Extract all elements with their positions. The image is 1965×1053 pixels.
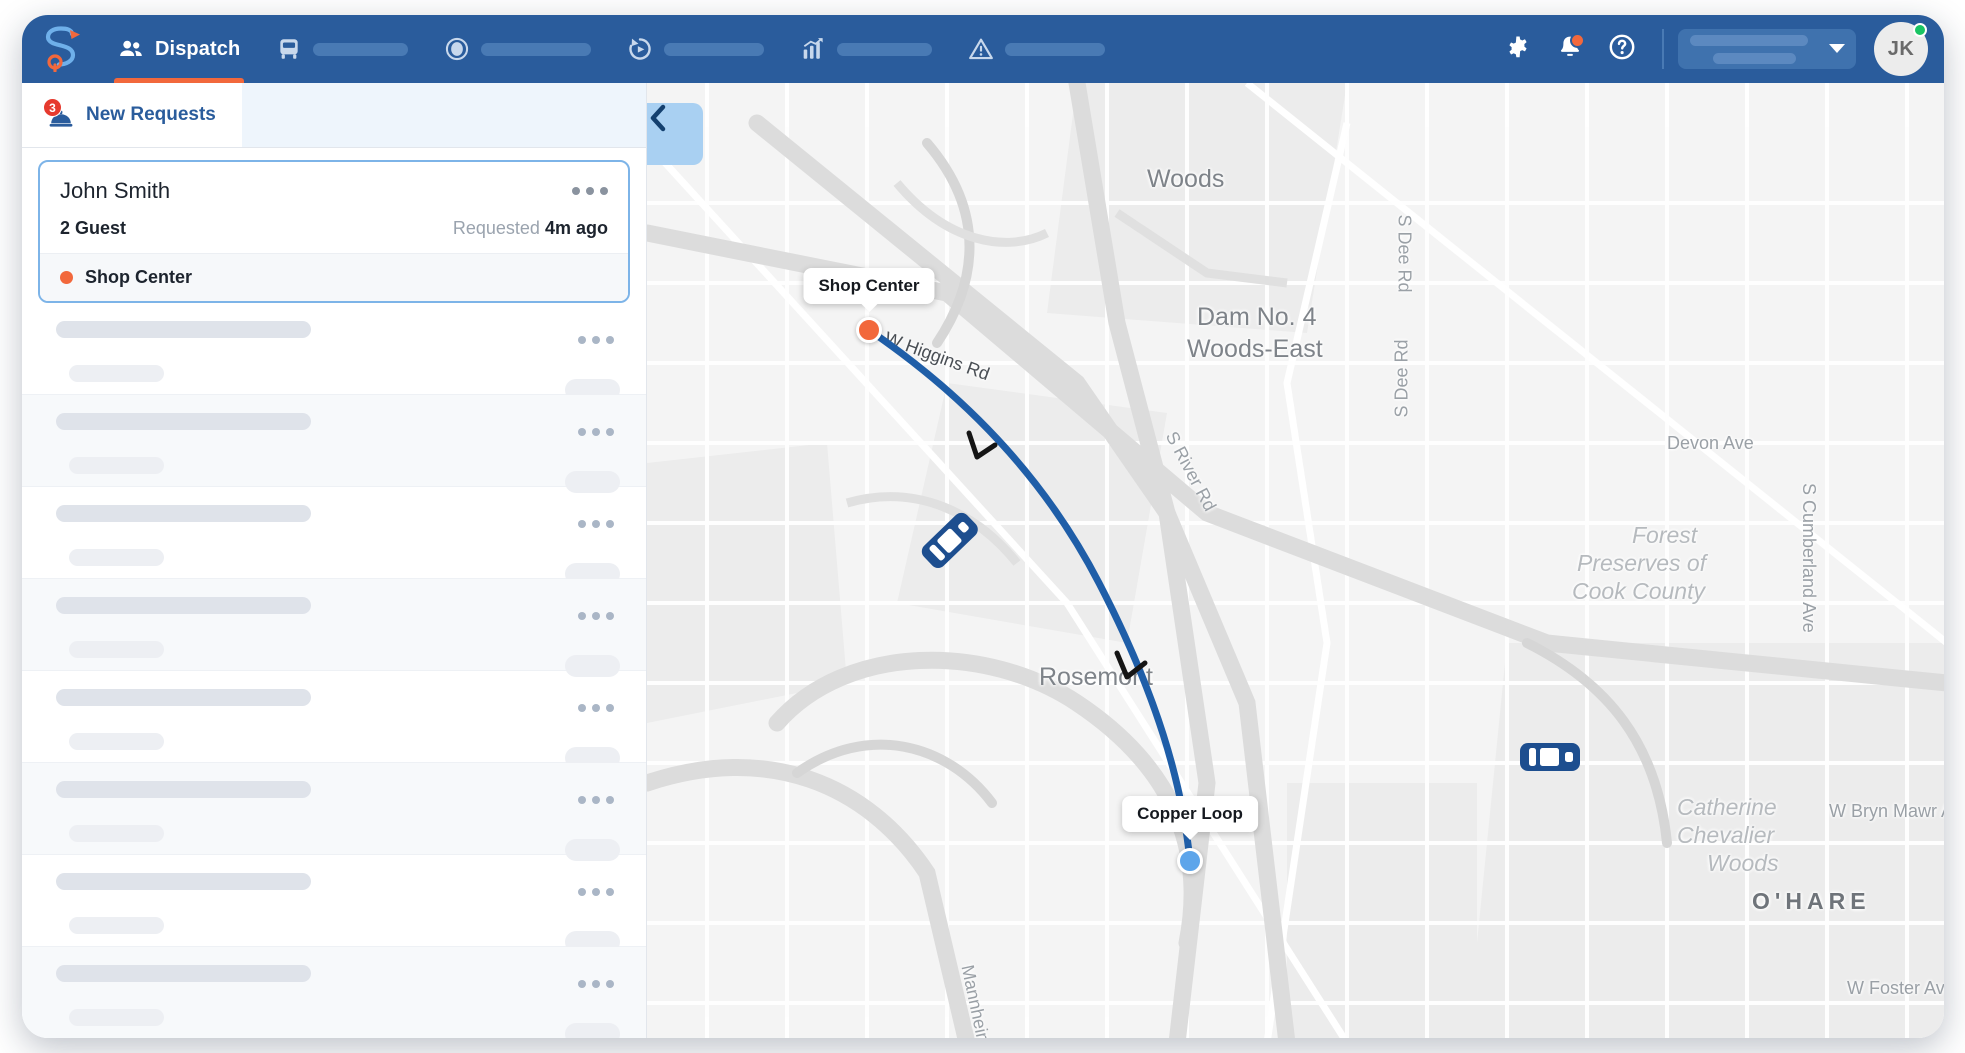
skeleton-line [69,1009,164,1026]
list-item[interactable] [22,947,646,1038]
kebab-menu-icon[interactable] [578,704,614,712]
notification-badge [1570,33,1585,48]
help-button[interactable] [1596,23,1648,75]
nav-item-placeholder [1005,42,1106,56]
nav-item-dispatch[interactable]: Dispatch [100,15,258,83]
list-item[interactable] [22,395,646,493]
nav-item-alerts[interactable] [950,15,1123,83]
skeleton-line [69,365,164,382]
kebab-menu-icon[interactable] [578,428,614,436]
nav-divider [1662,29,1664,69]
sidebar-tabbar: 3 New Requests [22,83,646,148]
kebab-menu-icon[interactable] [578,612,614,620]
skeleton-line [56,965,311,982]
app-window: Dispatch JK 3 New Requests John Smith 2 … [22,15,1944,1038]
map-tooltip-origin: Shop Center [803,268,935,304]
list-item[interactable] [22,579,646,677]
nav-item-history[interactable] [609,15,782,83]
nav-item-vehicles[interactable] [258,15,426,83]
settings-button[interactable] [1492,23,1544,75]
kebab-menu-icon[interactable] [572,187,608,195]
tab-new-requests[interactable]: 3 New Requests [22,83,242,147]
list-item[interactable] [22,855,646,953]
collapse-sidebar-button[interactable] [647,103,703,165]
skeleton-line [56,321,311,338]
tab-label: New Requests [86,104,216,125]
nav-item-drivers[interactable] [426,15,609,83]
kebab-menu-icon[interactable] [578,336,614,344]
skeleton-pill [565,1023,620,1038]
bus-icon [276,36,302,62]
skeleton-line [56,597,311,614]
bar-chart-icon [800,36,826,62]
nav-item-placeholder [664,42,765,56]
nav-item-placeholder [313,42,409,56]
skeleton-line [69,917,164,934]
kebab-menu-icon[interactable] [578,796,614,804]
skeleton-line [56,873,311,890]
list-item[interactable] [22,487,646,585]
requests-list[interactable]: John Smith 2 Guest Requested 4m ago Shop… [22,149,646,1038]
notifications-button[interactable] [1544,23,1596,75]
request-timestamp-label: Requested [452,218,540,238]
map-canvas[interactable]: Woods Dam No. 4 Woods-East S Dee Rd S De… [647,83,1944,1038]
nav-item-reports[interactable] [782,15,950,83]
skeleton-line [56,781,311,798]
route-polyline [865,326,1194,865]
skeleton-rows [22,303,646,1038]
warning-triangle-icon [968,36,994,62]
list-item[interactable] [22,763,646,861]
question-circle-icon [1608,33,1636,66]
skeleton-line [69,549,164,566]
list-item[interactable] [22,671,646,769]
request-card-stop: Shop Center [40,253,628,301]
new-requests-badge: 3 [43,98,62,117]
chevron-down-icon [1829,44,1845,53]
user-menu[interactable]: JK [1874,22,1928,76]
request-stop-name: Shop Center [85,267,193,287]
list-item[interactable] [22,303,646,401]
gear-icon [1504,33,1532,66]
skeleton-line [69,457,164,474]
nav-right-actions: JK [1492,22,1944,76]
account-selector-placeholder-line [1690,34,1808,46]
request-passenger-name: John Smith [60,178,171,203]
steering-wheel-icon [444,36,470,62]
map-marker-origin[interactable] [856,317,882,343]
request-card[interactable]: John Smith 2 Guest Requested 4m ago Shop… [38,160,630,303]
people-icon [118,36,144,62]
requests-sidebar: 3 New Requests John Smith 2 Guest Reques… [22,83,647,1038]
kebab-menu-icon[interactable] [578,980,614,988]
history-replay-icon [627,36,653,62]
skeleton-line [56,413,311,430]
account-selector[interactable] [1678,29,1856,69]
map-marker-destination[interactable] [1177,848,1203,874]
skeleton-line [69,641,164,658]
map-tooltip-destination: Copper Loop [1122,796,1258,832]
request-timestamp-value: 4m ago [544,218,608,238]
account-selector-placeholder-line [1713,52,1796,64]
nav-item-placeholder [481,42,592,56]
vehicle-icon [1520,743,1580,771]
brand-logo[interactable] [22,26,100,72]
skeleton-line [69,733,164,750]
stop-marker-icon [60,271,73,284]
service-bell-icon: 3 [43,98,74,128]
nav-item-label: Dispatch [155,37,241,60]
request-timestamp: Requested 4m ago [453,218,608,239]
skeleton-line [69,825,164,842]
skeleton-line [56,505,311,522]
request-card-body: John Smith 2 Guest Requested 4m ago [40,162,628,253]
kebab-menu-icon[interactable] [578,520,614,528]
kebab-menu-icon[interactable] [578,888,614,896]
top-navigation-bar: Dispatch JK [22,15,1944,83]
skeleton-line [56,689,311,706]
request-guest-count: 2 Guest [60,218,127,238]
nav-item-placeholder [837,42,933,56]
presence-indicator [1913,23,1927,37]
tabbar-empty-area [241,83,646,147]
nav-items: Dispatch [100,15,1492,83]
